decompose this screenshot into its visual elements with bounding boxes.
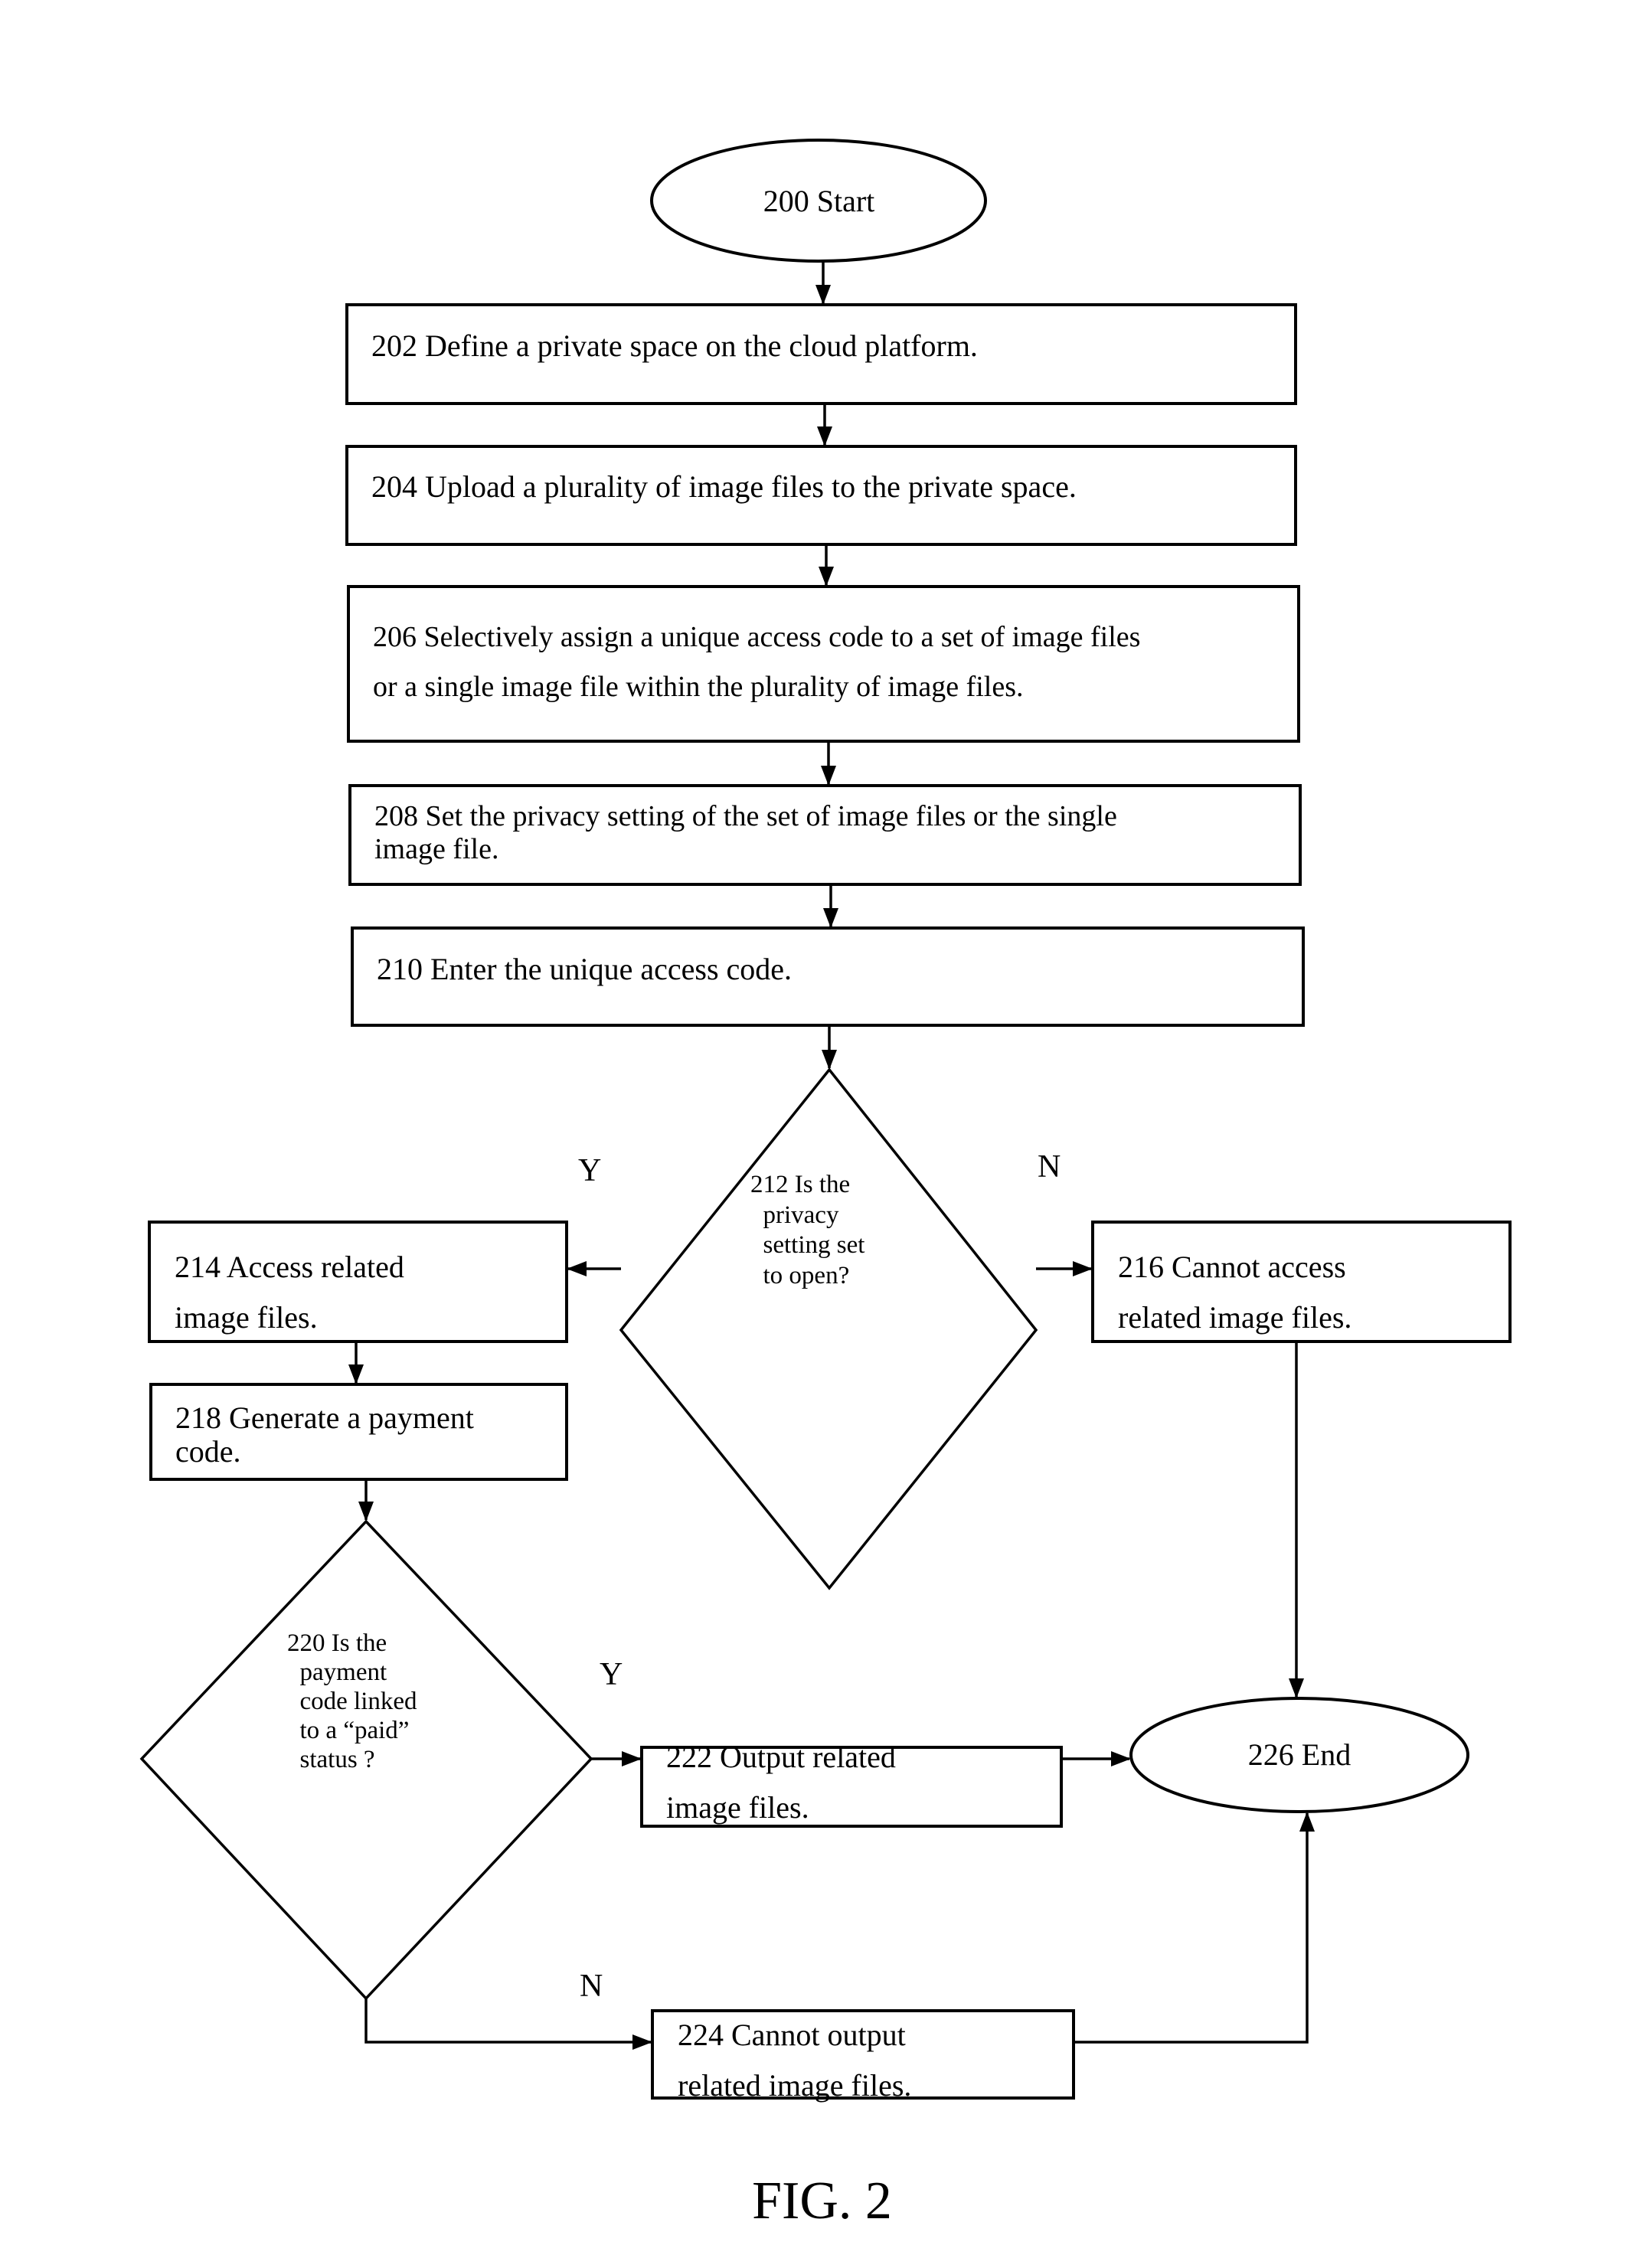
node-200-label: 200 Start (763, 183, 875, 218)
node-206-label: 206 Selectively assign a unique access c… (373, 621, 1141, 704)
node-204-label: 204 Upload a plurality of image files to… (371, 469, 1077, 504)
node-220-label: 220 Is the payment code linked to a “pai… (287, 1629, 417, 1773)
node-218-label: 218 Generate a payment code. (175, 1400, 474, 1469)
node-208-label: 208 Set the privacy setting of the set o… (374, 800, 1117, 865)
node-224-label: 224 Cannot output related image files. (678, 2018, 912, 2103)
branch-label-220-no: N (580, 1969, 603, 2004)
edge-220-224 (364, 1998, 652, 2050)
edge-224-226 (1074, 1812, 1315, 2044)
node-226-label: 226 End (1247, 1737, 1351, 1773)
node-202-label: 202 Define a private space on the cloud … (371, 328, 978, 363)
node-210-label: 210 Enter the unique access code. (377, 952, 793, 986)
node-216-label: 216 Cannot access related image files. (1118, 1250, 1352, 1335)
branch-label-212-yes: Y (578, 1153, 602, 1188)
node-214-label: 214 Access related image files. (175, 1250, 404, 1335)
node-222-label: 222 Output related image files. (666, 1740, 896, 1825)
branch-label-220-yes: Y (600, 1657, 623, 1692)
figure-caption: FIG. 2 (752, 2172, 892, 2230)
node-212-label: 212 Is the privacy setting set to open? (750, 1171, 865, 1289)
branch-label-212-no: N (1038, 1149, 1061, 1185)
decision-212 (619, 1067, 1038, 1590)
